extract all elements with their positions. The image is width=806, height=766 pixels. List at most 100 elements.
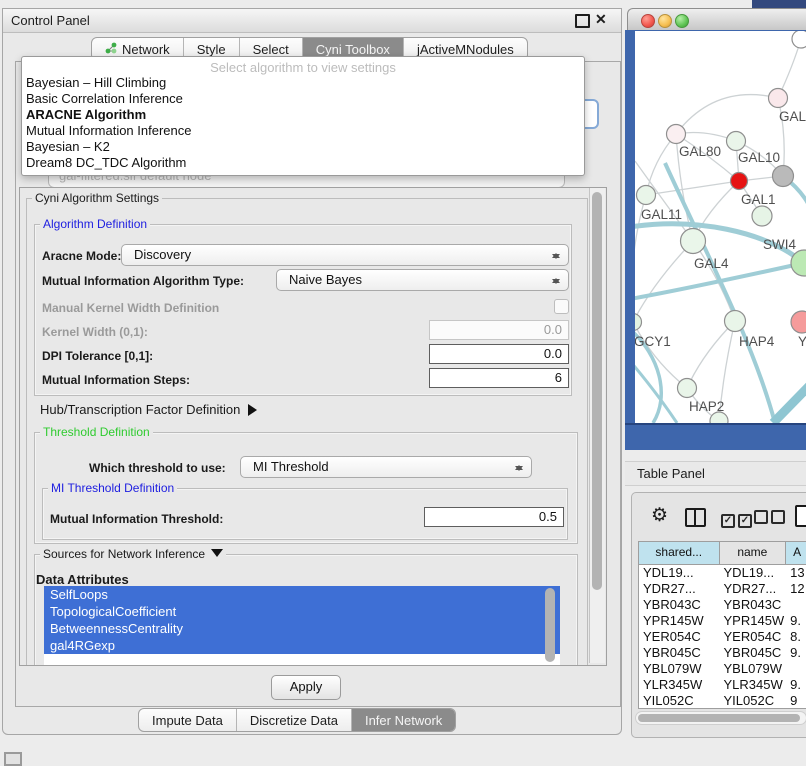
mi-threshold-field[interactable]: 0.5 <box>424 507 564 527</box>
table-row[interactable]: YER054CYER054C8. <box>639 629 806 645</box>
table-row[interactable]: YIL052CYIL052C9 <box>639 693 806 709</box>
close-panel-icon[interactable]: ✕ <box>595 11 607 28</box>
network-node[interactable] <box>752 206 772 226</box>
algorithm-option[interactable]: Bayesian – Hill Climbing <box>22 75 584 91</box>
attribute-item[interactable]: gal4RGexp <box>44 637 560 654</box>
tab-infer-network[interactable]: Infer Network <box>352 709 455 731</box>
table-panel-body: ⚙ ✓✓ shared... name A YDL19...YDL19...13… <box>631 492 806 738</box>
column-header-shared-name[interactable]: shared... <box>639 542 720 564</box>
which-threshold-combo[interactable]: MI Threshold <box>240 456 532 478</box>
network-view-canvas[interactable]: GALGAL80GAL10GAL1GAL11GAL4SWI4GCY1HAP4YH… <box>635 31 806 423</box>
dpi-tolerance-field[interactable]: 0.0 <box>429 344 569 364</box>
hub-definition-toggle[interactable]: Hub/Transcription Factor Definition <box>40 402 263 417</box>
combo-arrows-icon <box>551 273 560 289</box>
new-table-doc-icon[interactable] <box>795 505 806 527</box>
apply-button[interactable]: Apply <box>271 675 341 700</box>
control-panel-window: Control Panel ✕ Network Style Select Cyn… <box>2 8 622 735</box>
attribute-item[interactable]: TopologicalCoefficient <box>44 603 560 620</box>
deselect-all-columns-icon[interactable] <box>754 510 785 529</box>
table-row[interactable]: YDL19...YDL19...13 <box>639 565 806 581</box>
table-cell: 9. <box>786 677 806 693</box>
table-panel-titlebar[interactable]: Table Panel <box>625 461 806 486</box>
float-panel-icon[interactable] <box>575 14 590 28</box>
network-node[interactable] <box>635 314 642 331</box>
table-row[interactable]: YBL079WYBL079W <box>639 661 806 677</box>
table-hscrollbar-track[interactable] <box>635 711 806 725</box>
table-cell: YBR043C <box>639 597 720 613</box>
table-cell: YDR27... <box>720 581 787 597</box>
network-edge[interactable] <box>773 383 806 423</box>
column-header-name[interactable]: name <box>720 542 787 564</box>
attribute-list-scrollbar[interactable] <box>545 588 555 662</box>
table-hscrollbar-thumb[interactable] <box>638 714 800 722</box>
network-edge[interactable] <box>646 181 739 195</box>
network-node[interactable] <box>791 311 806 333</box>
network-node[interactable] <box>667 125 686 144</box>
network-node-label: GAL80 <box>679 144 721 159</box>
settings-scrollbar-thumb[interactable] <box>592 192 602 590</box>
minimize-traffic-light-icon[interactable] <box>658 14 672 28</box>
aracne-mode-combo[interactable]: Discovery <box>121 244 569 266</box>
algorithm-option[interactable]: Dream8 DC_TDC Algorithm <box>22 155 584 171</box>
tab-impute-data[interactable]: Impute Data <box>139 709 237 731</box>
table-cell: YER054C <box>720 629 787 645</box>
network-edge[interactable] <box>646 134 676 195</box>
tab-discretize-data[interactable]: Discretize Data <box>237 709 352 731</box>
node-attribute-table: shared... name A YDL19...YDL19...13YDR27… <box>638 541 806 709</box>
table-row[interactable]: YBR045CYBR045C9. <box>639 645 806 661</box>
table-cell <box>786 597 806 613</box>
attribute-item[interactable]: BetweennessCentrality <box>44 620 560 637</box>
network-window-titlebar[interactable] <box>627 8 806 31</box>
algorithm-option-selected[interactable]: ARACNE Algorithm <box>22 107 584 123</box>
algorithm-option[interactable]: Basic Correlation Inference <box>22 91 584 107</box>
network-node-label: GCY1 <box>635 334 671 349</box>
mi-steps-field[interactable]: 6 <box>429 368 569 388</box>
settings-scrollbar-track[interactable] <box>589 188 605 663</box>
table-body: YDL19...YDL19...13YDR27...YDR27...12YBR0… <box>639 565 806 709</box>
zoom-traffic-light-icon[interactable] <box>675 14 689 28</box>
table-row[interactable]: YBR043CYBR043C <box>639 597 806 613</box>
manual-kernel-width-checkbox[interactable] <box>554 299 569 314</box>
network-node[interactable] <box>678 379 697 398</box>
table-panel-title: Table Panel <box>637 466 705 481</box>
table-cell: YDR27... <box>639 581 720 597</box>
settings-scrollpane: Cyni Algorithm Settings Algorithm Defini… <box>19 187 607 666</box>
column-layout-icon[interactable] <box>685 508 706 527</box>
mi-threshold-definition-title: MI Threshold Definition <box>48 482 177 494</box>
sources-group-title[interactable]: Sources for Network Inference <box>40 548 226 563</box>
network-node-label: SWI4 <box>763 237 796 252</box>
column-header-partial[interactable]: A <box>786 542 806 564</box>
table-row[interactable]: YDR27...YDR27...12 <box>639 581 806 597</box>
network-node[interactable] <box>725 311 746 332</box>
attribute-item[interactable]: SelfLoops <box>44 586 560 603</box>
mi-algorithm-type-combo[interactable]: Naive Bayes <box>276 269 569 291</box>
network-node[interactable] <box>773 166 794 187</box>
combo-arrows-icon <box>514 460 523 476</box>
algorithm-dropdown-list: Select algorithm to view settings Bayesi… <box>21 56 585 176</box>
table-row[interactable]: YLR345WYLR345W9. <box>639 677 806 693</box>
network-node[interactable] <box>727 132 746 151</box>
network-node[interactable] <box>769 89 788 108</box>
network-node[interactable] <box>792 31 806 48</box>
network-edge[interactable] <box>635 241 693 322</box>
network-graph[interactable]: GALGAL80GAL10GAL1GAL11GAL4SWI4GCY1HAP4YH… <box>635 31 806 423</box>
table-row[interactable]: YPR145WYPR145W9. <box>639 613 806 629</box>
table-cell: YDL19... <box>639 565 720 581</box>
table-settings-gear-icon[interactable]: ⚙ <box>651 506 668 525</box>
table-cell: 13 <box>786 565 806 581</box>
select-all-columns-icon[interactable]: ✓✓ <box>721 510 752 528</box>
control-panel-titlebar[interactable]: Control Panel ✕ <box>3 9 621 33</box>
algorithm-option[interactable]: Bayesian – K2 <box>22 139 584 155</box>
network-node[interactable] <box>681 229 706 254</box>
kernel-width-field[interactable]: 0.0 <box>429 320 569 340</box>
network-node[interactable] <box>731 173 748 190</box>
algorithm-option[interactable]: Mutual Information Inference <box>22 123 584 139</box>
network-node-label: HAP4 <box>739 334 775 349</box>
close-traffic-light-icon[interactable] <box>641 14 655 28</box>
collapsed-panel-icon[interactable] <box>4 752 22 766</box>
network-edge[interactable] <box>676 95 778 134</box>
table-cell: YPR145W <box>639 613 720 629</box>
mi-threshold-label: Mutual Information Threshold: <box>50 512 223 526</box>
table-header-row: shared... name A <box>639 542 806 565</box>
network-node[interactable] <box>637 186 656 205</box>
